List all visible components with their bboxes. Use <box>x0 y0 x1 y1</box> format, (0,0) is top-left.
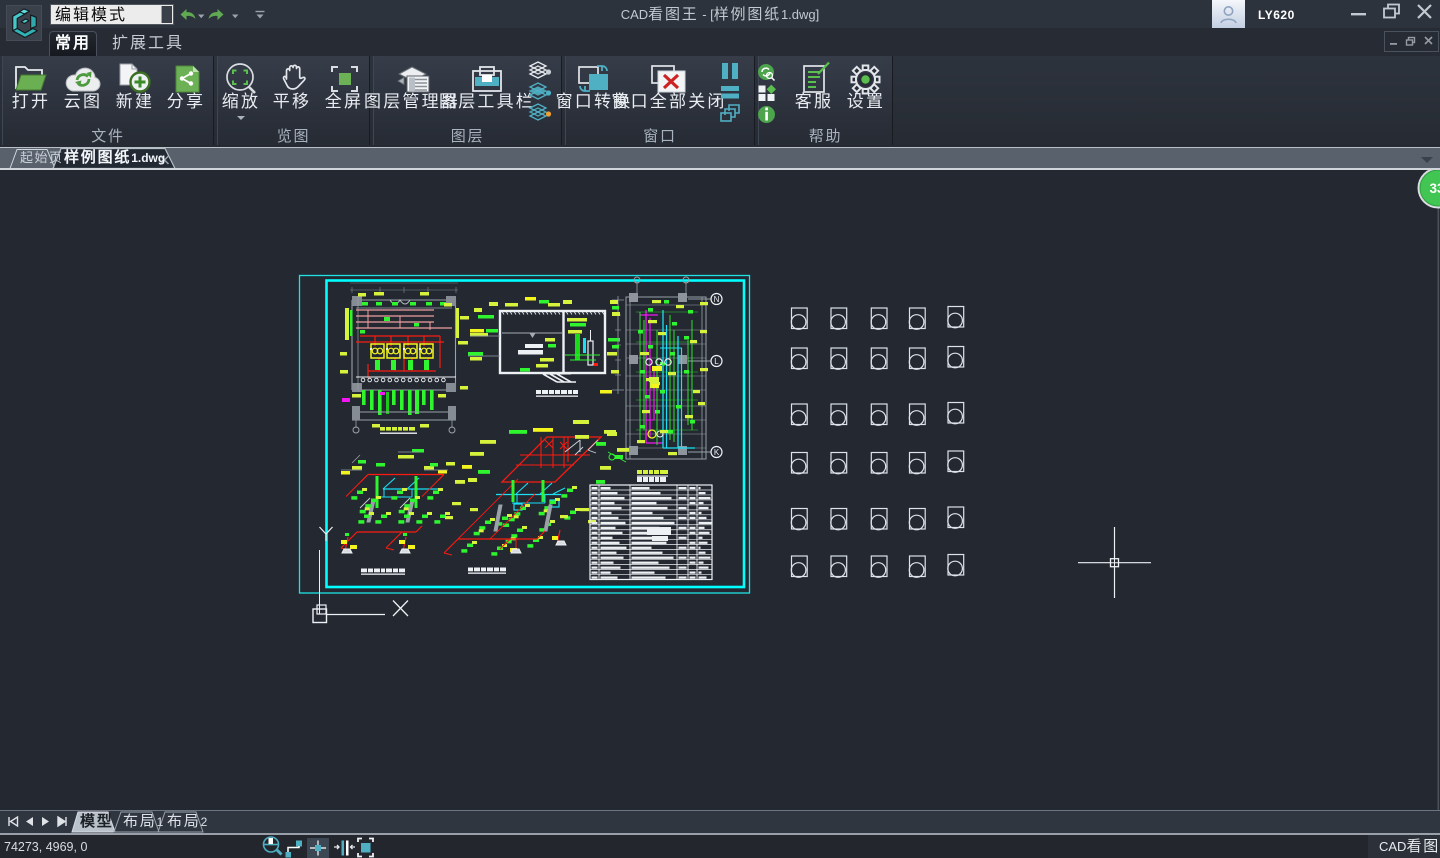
svg-text:K: K <box>714 448 720 457</box>
svg-text:N: N <box>714 295 720 304</box>
svg-text:33: 33 <box>1429 181 1440 196</box>
svg-text:L: L <box>714 357 719 366</box>
